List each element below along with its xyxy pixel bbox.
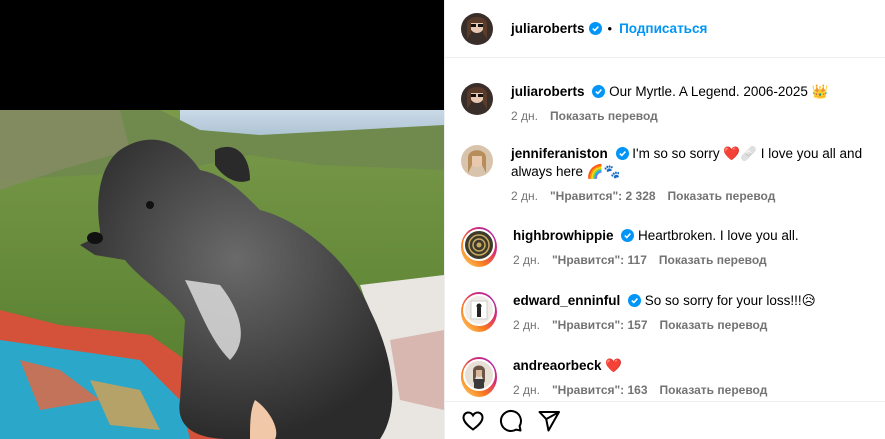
show-translation-link[interactable]: Показать перевод — [668, 189, 776, 203]
avatar[interactable] — [463, 229, 495, 261]
comment-text: ❤️ — [605, 358, 623, 373]
show-translation-link[interactable]: Показать перевод — [659, 253, 767, 267]
separator-dot: • — [607, 21, 613, 36]
comment-item: andreaorbeck ❤️ 2 дн. "Нравится": 163 По… — [461, 357, 881, 397]
comment-icon[interactable] — [499, 409, 523, 433]
post-actions-bar — [445, 401, 885, 439]
verified-badge-icon — [592, 85, 606, 98]
caption-username[interactable]: juliaroberts — [511, 84, 585, 99]
comment-username[interactable]: highbrowhippie — [513, 228, 614, 243]
show-translation-link[interactable]: Показать перевод — [660, 318, 768, 332]
comment-item: jenniferaniston I'm so so sorry ❤️🩹 I lo… — [461, 145, 881, 203]
verified-badge-icon — [628, 294, 642, 307]
story-ring[interactable] — [461, 227, 497, 267]
story-ring[interactable] — [461, 357, 497, 397]
story-ring[interactable] — [461, 292, 497, 332]
comment-username[interactable]: jenniferaniston — [511, 146, 608, 161]
avatar[interactable] — [461, 145, 493, 177]
avatar[interactable] — [463, 294, 495, 326]
verified-badge-icon — [621, 229, 635, 242]
comment-likes[interactable]: "Нравится": 163 — [552, 383, 648, 397]
comment-time[interactable]: 2 дн. — [511, 189, 538, 203]
caption-time[interactable]: 2 дн. — [511, 109, 538, 123]
comment-username[interactable]: edward_enninful — [513, 293, 620, 308]
comment-time[interactable]: 2 дн. — [513, 383, 540, 397]
comment-username[interactable]: andreaorbeck — [513, 358, 602, 373]
comment-text: So so sorry for your loss!!!😥 — [644, 293, 816, 308]
comments-list[interactable]: juliaroberts Our Myrtle. A Legend. 2006-… — [445, 59, 885, 401]
post-media[interactable] — [0, 0, 444, 439]
verified-badge-icon — [588, 22, 602, 35]
verified-badge-icon — [615, 147, 629, 160]
comment-time[interactable]: 2 дн. — [513, 318, 540, 332]
comment-text: Heartbroken. I love you all. — [638, 228, 799, 243]
avatar[interactable] — [461, 12, 493, 45]
avatar[interactable] — [463, 359, 495, 391]
follow-button[interactable]: Подписаться — [619, 21, 707, 36]
heart-icon[interactable] — [461, 409, 485, 433]
avatar[interactable] — [461, 83, 493, 115]
caption-text: Our Myrtle. A Legend. 2006-2025 👑 — [609, 84, 829, 99]
show-translation-link[interactable]: Показать перевод — [660, 383, 768, 397]
post-photo-dog[interactable] — [0, 110, 444, 439]
post-side-panel: juliaroberts • Подписаться juliaroberts … — [444, 0, 885, 439]
header-username[interactable]: juliaroberts — [511, 21, 585, 36]
share-icon[interactable] — [537, 409, 561, 433]
caption: juliaroberts Our Myrtle. A Legend. 2006-… — [461, 83, 881, 123]
comment-time[interactable]: 2 дн. — [513, 253, 540, 267]
comment-likes[interactable]: "Нравится": 2 328 — [550, 189, 656, 203]
comment-likes[interactable]: "Нравится": 117 — [552, 253, 647, 267]
post-header: juliaroberts • Подписаться — [445, 0, 885, 58]
show-translation-link[interactable]: Показать перевод — [550, 109, 658, 123]
comment-item: highbrowhippie Heartbroken. I love you a… — [461, 227, 881, 267]
comment-item: edward_enninful So so sorry for your los… — [461, 292, 881, 332]
comment-likes[interactable]: "Нравится": 157 — [552, 318, 648, 332]
